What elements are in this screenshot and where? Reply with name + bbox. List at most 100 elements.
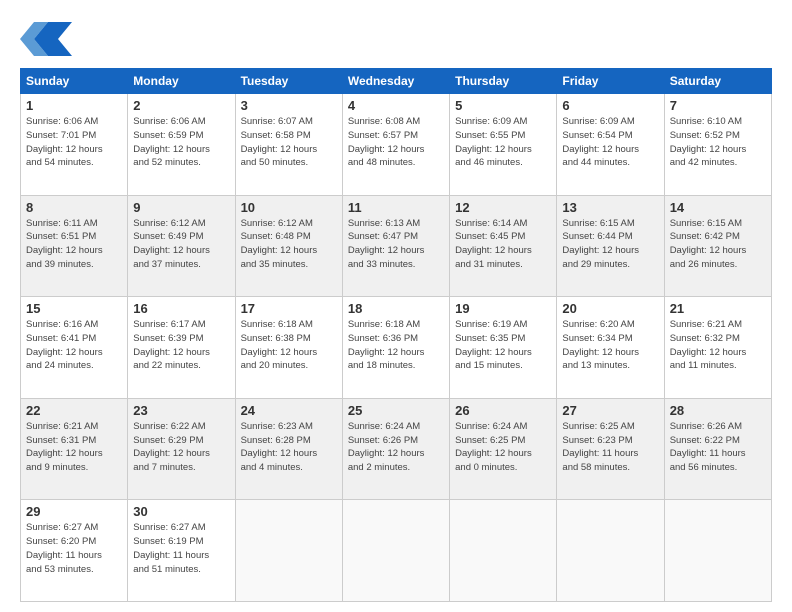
day-sun-info: Sunrise: 6:15 AM Sunset: 6:44 PM Dayligh… <box>562 217 658 272</box>
day-number: 23 <box>133 403 229 418</box>
calendar-day-header: Sunday <box>21 69 128 94</box>
day-number: 7 <box>670 98 766 113</box>
day-number: 2 <box>133 98 229 113</box>
calendar-day-cell: 23 Sunrise: 6:22 AM Sunset: 6:29 PM Dayli… <box>128 398 235 500</box>
day-sun-info: Sunrise: 6:19 AM Sunset: 6:35 PM Dayligh… <box>455 318 551 373</box>
calendar-day-header: Wednesday <box>342 69 449 94</box>
day-number: 10 <box>241 200 337 215</box>
day-number: 3 <box>241 98 337 113</box>
day-number: 1 <box>26 98 122 113</box>
calendar-day-cell: 14 Sunrise: 6:15 AM Sunset: 6:42 PM Dayli… <box>664 195 771 297</box>
calendar-day-cell: 20 Sunrise: 6:20 AM Sunset: 6:34 PM Dayli… <box>557 297 664 399</box>
day-sun-info: Sunrise: 6:13 AM Sunset: 6:47 PM Dayligh… <box>348 217 444 272</box>
calendar-day-cell: 29 Sunrise: 6:27 AM Sunset: 6:20 PM Dayli… <box>21 500 128 602</box>
calendar-day-cell: 4 Sunrise: 6:08 AM Sunset: 6:57 PM Daylig… <box>342 94 449 196</box>
day-sun-info: Sunrise: 6:20 AM Sunset: 6:34 PM Dayligh… <box>562 318 658 373</box>
day-number: 28 <box>670 403 766 418</box>
calendar-week-row: 8 Sunrise: 6:11 AM Sunset: 6:51 PM Daylig… <box>21 195 772 297</box>
calendar-day-header: Tuesday <box>235 69 342 94</box>
day-number: 12 <box>455 200 551 215</box>
calendar-day-cell: 10 Sunrise: 6:12 AM Sunset: 6:48 PM Dayli… <box>235 195 342 297</box>
calendar-day-cell: 18 Sunrise: 6:18 AM Sunset: 6:36 PM Dayli… <box>342 297 449 399</box>
calendar-day-cell: 28 Sunrise: 6:26 AM Sunset: 6:22 PM Dayli… <box>664 398 771 500</box>
calendar-day-header: Monday <box>128 69 235 94</box>
calendar-table: SundayMondayTuesdayWednesdayThursdayFrid… <box>20 68 772 602</box>
day-number: 8 <box>26 200 122 215</box>
calendar-week-row: 15 Sunrise: 6:16 AM Sunset: 6:41 PM Dayli… <box>21 297 772 399</box>
calendar-day-cell: 26 Sunrise: 6:24 AM Sunset: 6:25 PM Dayli… <box>450 398 557 500</box>
day-sun-info: Sunrise: 6:10 AM Sunset: 6:52 PM Dayligh… <box>670 115 766 170</box>
calendar-day-cell: 2 Sunrise: 6:06 AM Sunset: 6:59 PM Daylig… <box>128 94 235 196</box>
calendar-day-cell <box>235 500 342 602</box>
calendar-day-cell <box>557 500 664 602</box>
calendar-day-cell: 6Sunrise: 6:09 AM Sunset: 6:54 PM Daylig… <box>557 94 664 196</box>
day-number: 14 <box>670 200 766 215</box>
calendar-day-cell: 21Sunrise: 6:21 AM Sunset: 6:32 PM Dayli… <box>664 297 771 399</box>
calendar-day-cell: 13 Sunrise: 6:15 AM Sunset: 6:44 PM Dayli… <box>557 195 664 297</box>
day-number: 9 <box>133 200 229 215</box>
day-sun-info: Sunrise: 6:06 AM Sunset: 7:01 PM Dayligh… <box>26 115 122 170</box>
general-blue-logo <box>20 18 72 60</box>
day-number: 26 <box>455 403 551 418</box>
calendar-week-row: 22 Sunrise: 6:21 AM Sunset: 6:31 PM Dayli… <box>21 398 772 500</box>
calendar-day-cell: 12Sunrise: 6:14 AM Sunset: 6:45 PM Dayli… <box>450 195 557 297</box>
day-sun-info: Sunrise: 6:18 AM Sunset: 6:38 PM Dayligh… <box>241 318 337 373</box>
calendar-day-cell: 16 Sunrise: 6:17 AM Sunset: 6:39 PM Dayli… <box>128 297 235 399</box>
day-sun-info: Sunrise: 6:07 AM Sunset: 6:58 PM Dayligh… <box>241 115 337 170</box>
day-sun-info: Sunrise: 6:16 AM Sunset: 6:41 PM Dayligh… <box>26 318 122 373</box>
calendar-day-cell: 17 Sunrise: 6:18 AM Sunset: 6:38 PM Dayli… <box>235 297 342 399</box>
calendar-day-cell: 1 Sunrise: 6:06 AM Sunset: 7:01 PM Daylig… <box>21 94 128 196</box>
day-number: 11 <box>348 200 444 215</box>
day-sun-info: Sunrise: 6:08 AM Sunset: 6:57 PM Dayligh… <box>348 115 444 170</box>
day-number: 22 <box>26 403 122 418</box>
day-sun-info: Sunrise: 6:12 AM Sunset: 6:48 PM Dayligh… <box>241 217 337 272</box>
day-sun-info: Sunrise: 6:09 AM Sunset: 6:55 PM Dayligh… <box>455 115 551 170</box>
calendar-day-cell: 5 Sunrise: 6:09 AM Sunset: 6:55 PM Daylig… <box>450 94 557 196</box>
calendar-day-cell: 9 Sunrise: 6:12 AM Sunset: 6:49 PM Daylig… <box>128 195 235 297</box>
calendar-week-row: 1 Sunrise: 6:06 AM Sunset: 7:01 PM Daylig… <box>21 94 772 196</box>
day-number: 17 <box>241 301 337 316</box>
day-sun-info: Sunrise: 6:15 AM Sunset: 6:42 PM Dayligh… <box>670 217 766 272</box>
calendar-header-row: SundayMondayTuesdayWednesdayThursdayFrid… <box>21 69 772 94</box>
day-number: 30 <box>133 504 229 519</box>
calendar-day-cell: 22 Sunrise: 6:21 AM Sunset: 6:31 PM Dayli… <box>21 398 128 500</box>
day-number: 5 <box>455 98 551 113</box>
calendar-day-cell: 8 Sunrise: 6:11 AM Sunset: 6:51 PM Daylig… <box>21 195 128 297</box>
calendar-day-cell: 25Sunrise: 6:24 AM Sunset: 6:26 PM Dayli… <box>342 398 449 500</box>
day-number: 20 <box>562 301 658 316</box>
day-number: 6 <box>562 98 658 113</box>
day-sun-info: Sunrise: 6:22 AM Sunset: 6:29 PM Dayligh… <box>133 420 229 475</box>
day-number: 16 <box>133 301 229 316</box>
calendar-day-cell: 3 Sunrise: 6:07 AM Sunset: 6:58 PM Daylig… <box>235 94 342 196</box>
calendar-day-cell: 19 Sunrise: 6:19 AM Sunset: 6:35 PM Dayli… <box>450 297 557 399</box>
calendar-day-cell: 11 Sunrise: 6:13 AM Sunset: 6:47 PM Dayli… <box>342 195 449 297</box>
day-number: 15 <box>26 301 122 316</box>
day-sun-info: Sunrise: 6:23 AM Sunset: 6:28 PM Dayligh… <box>241 420 337 475</box>
day-number: 13 <box>562 200 658 215</box>
day-sun-info: Sunrise: 6:26 AM Sunset: 6:22 PM Dayligh… <box>670 420 766 475</box>
day-sun-info: Sunrise: 6:24 AM Sunset: 6:25 PM Dayligh… <box>455 420 551 475</box>
day-number: 25 <box>348 403 444 418</box>
calendar-body: 1 Sunrise: 6:06 AM Sunset: 7:01 PM Daylig… <box>21 94 772 602</box>
day-number: 4 <box>348 98 444 113</box>
day-sun-info: Sunrise: 6:27 AM Sunset: 6:20 PM Dayligh… <box>26 521 122 576</box>
day-sun-info: Sunrise: 6:27 AM Sunset: 6:19 PM Dayligh… <box>133 521 229 576</box>
day-sun-info: Sunrise: 6:17 AM Sunset: 6:39 PM Dayligh… <box>133 318 229 373</box>
calendar-day-cell <box>450 500 557 602</box>
calendar-day-header: Thursday <box>450 69 557 94</box>
day-sun-info: Sunrise: 6:21 AM Sunset: 6:31 PM Dayligh… <box>26 420 122 475</box>
calendar-day-cell: 24 Sunrise: 6:23 AM Sunset: 6:28 PM Dayli… <box>235 398 342 500</box>
day-number: 19 <box>455 301 551 316</box>
calendar-day-cell <box>342 500 449 602</box>
day-sun-info: Sunrise: 6:06 AM Sunset: 6:59 PM Dayligh… <box>133 115 229 170</box>
day-sun-info: Sunrise: 6:18 AM Sunset: 6:36 PM Dayligh… <box>348 318 444 373</box>
day-sun-info: Sunrise: 6:11 AM Sunset: 6:51 PM Dayligh… <box>26 217 122 272</box>
calendar-day-cell: 30 Sunrise: 6:27 AM Sunset: 6:19 PM Dayli… <box>128 500 235 602</box>
calendar-day-cell: 7 Sunrise: 6:10 AM Sunset: 6:52 PM Daylig… <box>664 94 771 196</box>
day-sun-info: Sunrise: 6:25 AM Sunset: 6:23 PM Dayligh… <box>562 420 658 475</box>
day-number: 18 <box>348 301 444 316</box>
day-number: 24 <box>241 403 337 418</box>
day-sun-info: Sunrise: 6:12 AM Sunset: 6:49 PM Dayligh… <box>133 217 229 272</box>
day-sun-info: Sunrise: 6:21 AM Sunset: 6:32 PM Dayligh… <box>670 318 766 373</box>
day-number: 29 <box>26 504 122 519</box>
